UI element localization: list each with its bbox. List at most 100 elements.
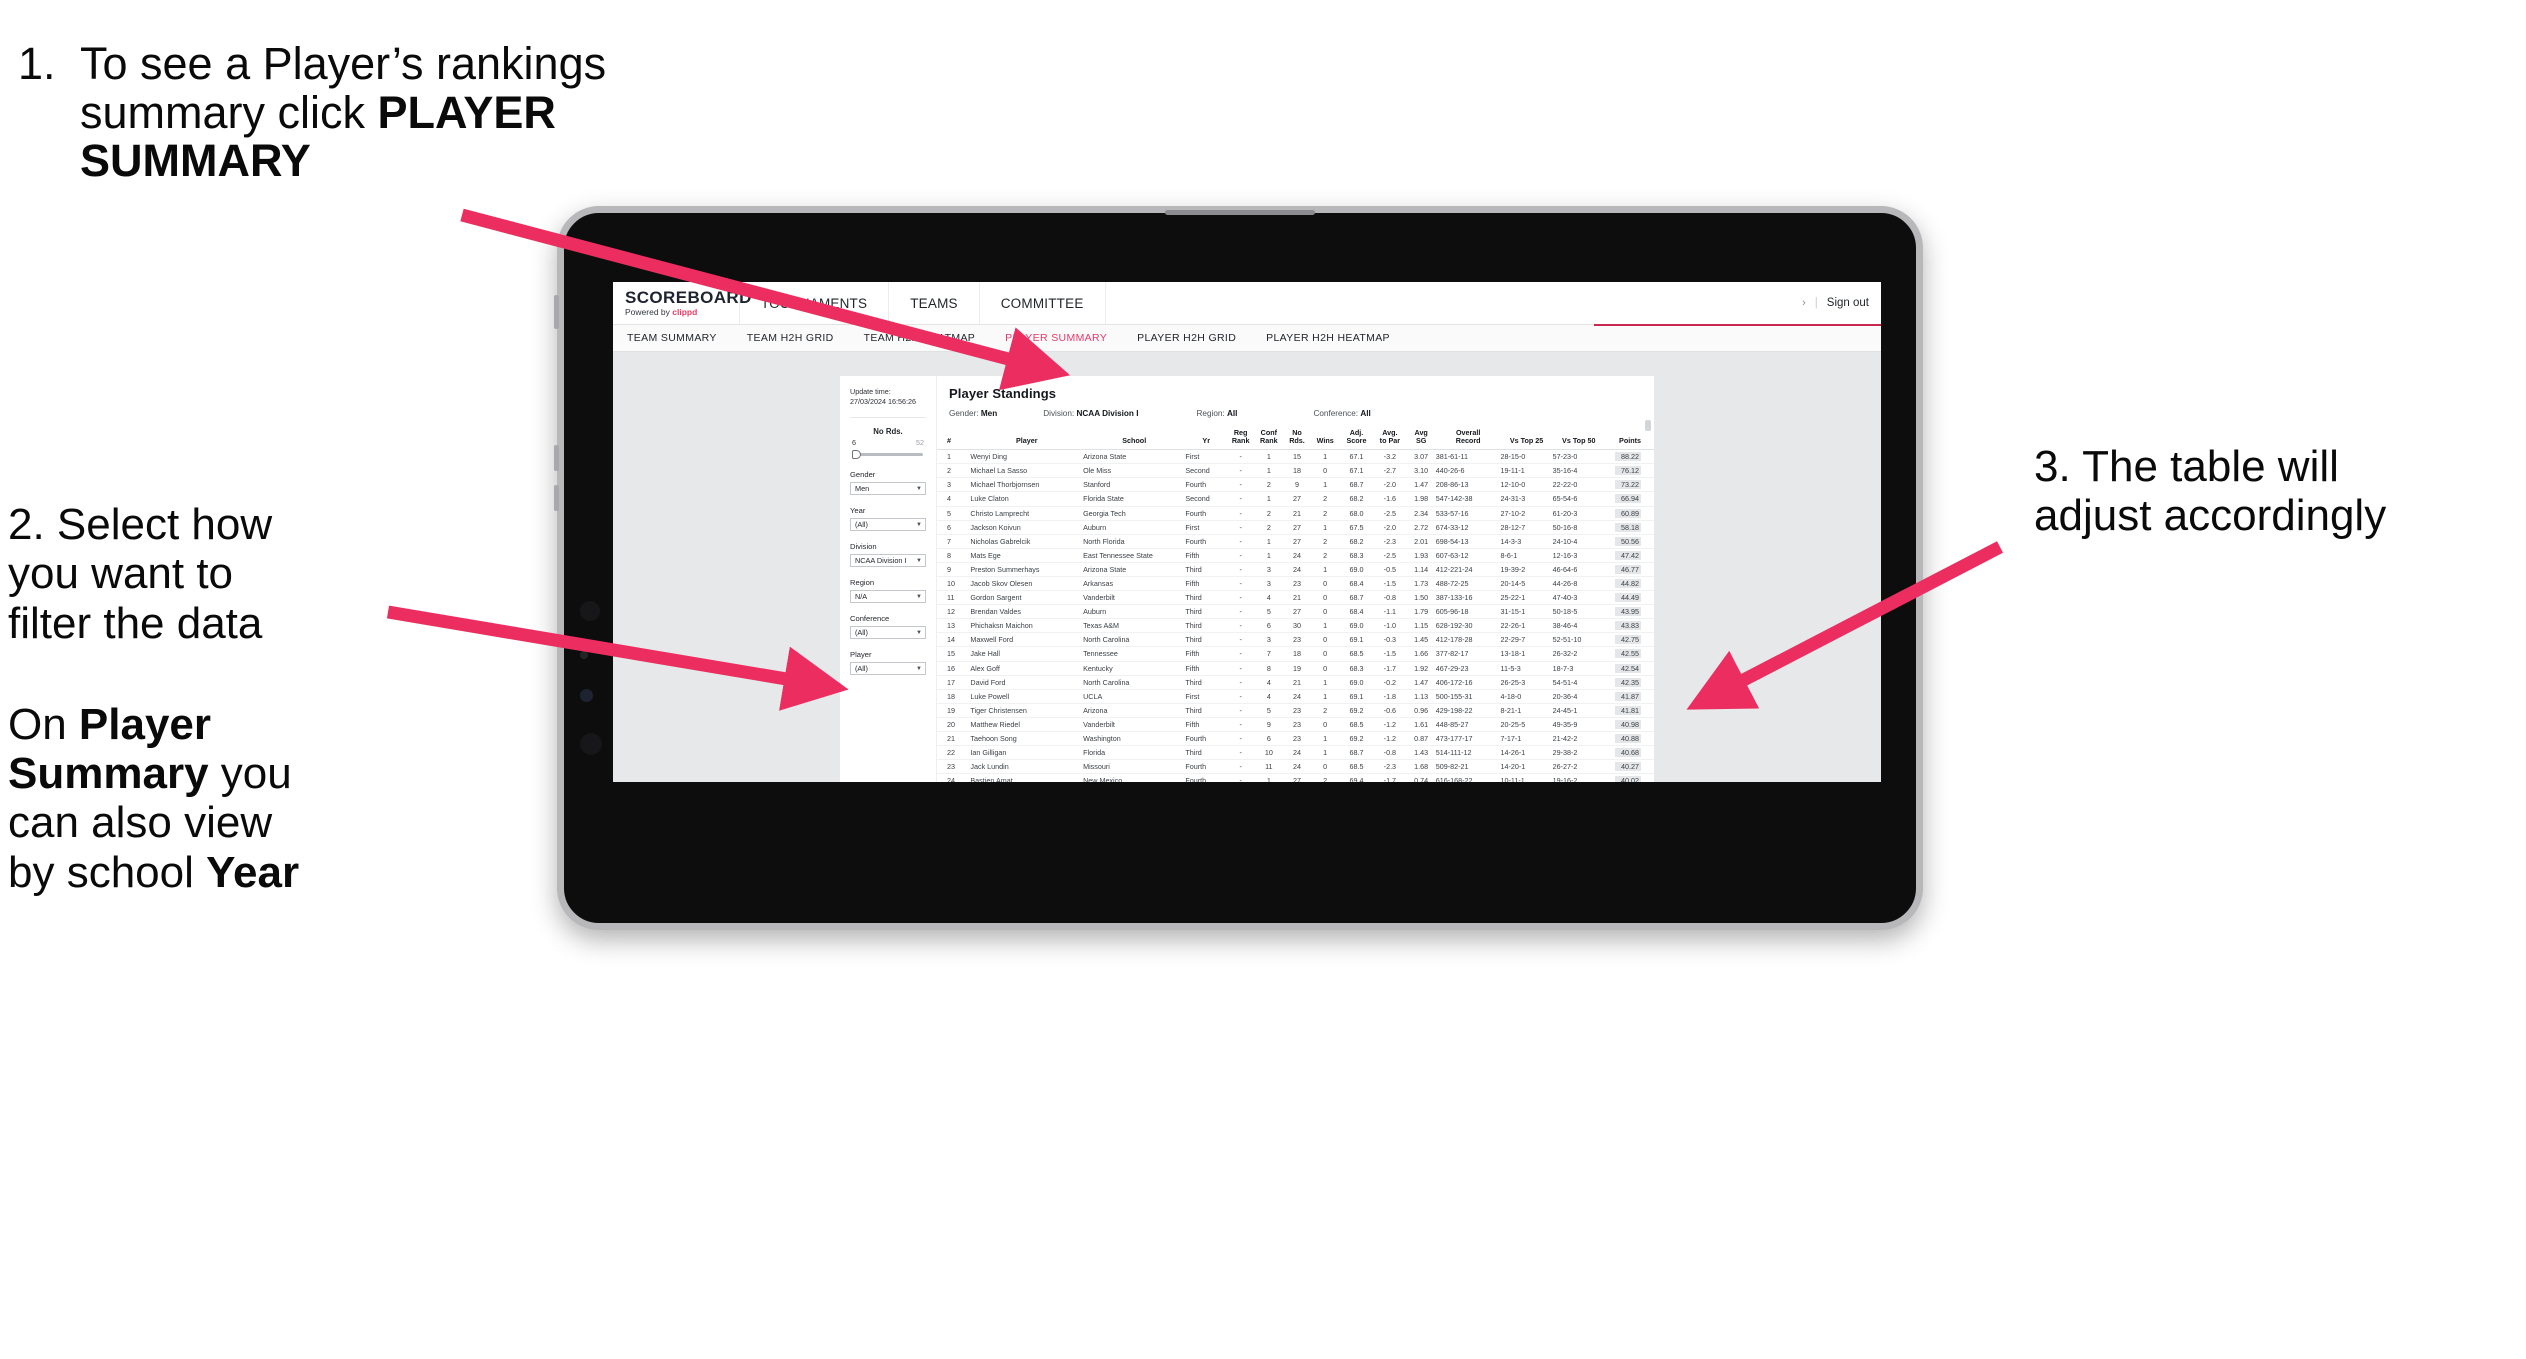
table-row[interactable]: 18 Luke Powell UCLA First -4 24 1 69.1 -1.8 1.13 5… bbox=[937, 689, 1654, 704]
nav-item-tournaments[interactable]: TOURNAMENTS bbox=[740, 282, 890, 324]
table-row[interactable]: 11 Gordon Sargent Vanderbilt Third -4 21 0 68.7… bbox=[937, 590, 1654, 606]
col-yr[interactable]: Yr bbox=[1185, 427, 1228, 451]
brand-sub-link[interactable]: clippd bbox=[672, 307, 697, 317]
table-row[interactable]: 10 Jacob Skov Olesen Arkansas Fifth -3 23 0 68.… bbox=[937, 576, 1654, 592]
col-no-rds[interactable]: No Rds. bbox=[1283, 427, 1311, 451]
table-row[interactable]: 22 Ian Gilligan Florida Third -10 24 1 68.7 -0.8… bbox=[937, 745, 1654, 761]
nav-item-teams[interactable]: TEAMS bbox=[889, 282, 980, 324]
table-row[interactable]: 12 Brendan Valdes Auburn Third -5 27 0 68.4 -1.1… bbox=[937, 604, 1654, 620]
filter-region: Region N/A ▼ bbox=[850, 578, 926, 604]
cell-num: 16 bbox=[937, 661, 971, 676]
cell-school: Washington bbox=[1083, 731, 1186, 747]
tablet-sensor-dot bbox=[580, 651, 588, 659]
table-row[interactable]: 14 Maxwell Ford North Carolina Third -3 23 0 69… bbox=[937, 632, 1654, 648]
no-rds-slider[interactable] bbox=[850, 450, 926, 460]
year-select[interactable]: (All) ▼ bbox=[850, 518, 926, 532]
tab-team-summary[interactable]: TEAM SUMMARY bbox=[627, 332, 738, 344]
table-row[interactable]: 5 Christo Lamprecht Georgia Tech Fourth -2 21… bbox=[937, 506, 1654, 521]
points-value: 40.98 bbox=[1615, 719, 1641, 729]
table-row[interactable]: 15 Jake Hall Tennessee Fifth -7 18 0 68.5 -1.5 1.… bbox=[937, 646, 1654, 662]
points-value: 50.56 bbox=[1615, 536, 1641, 546]
table-row[interactable]: 1 Wenyi Ding Arizona State First -1 15 1 67.1 -3… bbox=[937, 449, 1654, 465]
table-row[interactable]: 16 Alex Goff Kentucky Fifth -8 19 0 68.3 -1.7 1.9… bbox=[937, 661, 1654, 676]
table-row[interactable]: 20 Matthew Riedel Vanderbilt Fifth -9 23 0 68.5… bbox=[937, 717, 1654, 733]
table-row[interactable]: 7 Nicholas Gabrelcik North Florida Fourth -1… bbox=[937, 534, 1654, 549]
table-row[interactable]: 2 Michael La Sasso Ole Miss Second -1 18 0 67.1… bbox=[937, 463, 1654, 479]
tab-player-summary[interactable]: PLAYER SUMMARY bbox=[1005, 332, 1128, 344]
cell-player: Taehoon Song bbox=[970, 731, 1084, 747]
col-reg-rank[interactable]: Reg Rank bbox=[1227, 427, 1255, 451]
table-row[interactable]: 21 Taehoon Song Washington Fourth -6 23 1 69.2-… bbox=[937, 731, 1654, 747]
sign-out-link[interactable]: Sign out bbox=[1827, 297, 1869, 309]
cell-rec: 387-133-16 bbox=[1435, 590, 1501, 606]
division-select[interactable]: NCAA Division I ▼ bbox=[850, 554, 926, 568]
tab-team-h2h-heatmap[interactable]: TEAM H2H HEATMAP bbox=[864, 332, 997, 344]
table-row[interactable]: 13 Phichaksn Maichon Texas A&M Third -6 30 1 69… bbox=[937, 618, 1654, 634]
cell-reg: - bbox=[1227, 759, 1255, 775]
cell-school: Texas A&M bbox=[1083, 618, 1186, 634]
cell-yr: Fifth bbox=[1185, 576, 1228, 592]
cell-reg: - bbox=[1227, 449, 1255, 465]
cell-reg: - bbox=[1227, 689, 1255, 704]
vertical-scrollbar[interactable] bbox=[1645, 420, 1651, 431]
cell-rds: 24 bbox=[1283, 745, 1311, 761]
cell-conf: 7 bbox=[1254, 646, 1284, 662]
primary-nav: TOURNAMENTS TEAMS COMMITTEE bbox=[740, 282, 1106, 324]
brand-logo[interactable]: SCOREBOARD Powered by clippd bbox=[613, 282, 751, 324]
cell-pts: 40.68 bbox=[1604, 745, 1654, 761]
table-row[interactable]: 19 Tiger Christensen Arizona Third -5 23 2 69.2… bbox=[937, 703, 1654, 718]
col-overall-record[interactable]: Overall Record bbox=[1435, 427, 1501, 451]
cell-wins: 1 bbox=[1310, 618, 1340, 634]
cell-par: -2.3 bbox=[1373, 759, 1407, 775]
col-conf-rank[interactable]: Conf Rank bbox=[1254, 427, 1284, 451]
slider-track[interactable] bbox=[856, 453, 923, 457]
col-player[interactable]: Player bbox=[970, 427, 1084, 451]
update-time-label: Update time: bbox=[850, 387, 891, 396]
col-vs-top-25[interactable]: Vs Top 25 bbox=[1500, 427, 1553, 451]
col-wins[interactable]: Wins bbox=[1310, 427, 1340, 451]
table-row[interactable]: 8 Mats Ege East Tennessee State Fifth -1 24 2 6… bbox=[937, 548, 1654, 563]
conference-select[interactable]: (All) ▼ bbox=[850, 626, 926, 640]
cell-wins: 2 bbox=[1310, 506, 1340, 521]
points-value: 40.68 bbox=[1615, 748, 1641, 758]
cell-par: -1.0 bbox=[1373, 618, 1407, 634]
cell-adj: 68.0 bbox=[1339, 506, 1374, 521]
cell-rds: 27 bbox=[1283, 520, 1311, 535]
cell-school: Vanderbilt bbox=[1083, 717, 1186, 733]
col-avg-sg[interactable]: Avg SG bbox=[1406, 427, 1436, 451]
cell-conf: 6 bbox=[1254, 731, 1284, 747]
table-row[interactable]: 9 Preston Summerhays Arizona State Third -3 2… bbox=[937, 562, 1654, 577]
tab-team-h2h-grid[interactable]: TEAM H2H GRID bbox=[747, 332, 855, 344]
slider-handle[interactable] bbox=[852, 450, 861, 460]
cell-sg: 2.72 bbox=[1406, 520, 1436, 535]
cell-sg: 1.93 bbox=[1406, 548, 1436, 563]
nav-item-committee[interactable]: COMMITTEE bbox=[980, 282, 1106, 324]
col-vs-top-50[interactable]: Vs Top 50 bbox=[1552, 427, 1605, 451]
table-row[interactable]: 17 David Ford North Carolina Third -4 21 1 69.0… bbox=[937, 675, 1654, 690]
annotation-2-p2e: can also view bbox=[8, 798, 273, 848]
cell-t25: 13-18-1 bbox=[1500, 646, 1553, 662]
region-select[interactable]: N/A ▼ bbox=[850, 590, 926, 604]
table-row[interactable]: 4 Luke Claton Florida State Second -1 27 2 68.2… bbox=[937, 491, 1654, 507]
gender-select[interactable]: Men ▼ bbox=[850, 482, 926, 496]
table-row[interactable]: 24 Bastien Amat New Mexico Fourth -1 27 2 69.4-… bbox=[937, 773, 1654, 782]
table-row[interactable]: 3 Michael Thorbjornsen Stanford Fourth -2 9 1 6… bbox=[937, 477, 1654, 493]
cell-pts: 50.56 bbox=[1604, 534, 1654, 549]
col-avg-to-par[interactable]: Avg. to Par bbox=[1373, 427, 1407, 451]
cell-yr: First bbox=[1185, 689, 1228, 704]
col-adj-score[interactable]: Adj. Score bbox=[1339, 427, 1374, 451]
cell-pts: 40.88 bbox=[1604, 731, 1654, 747]
tab-player-h2h-grid[interactable]: PLAYER H2H GRID bbox=[1137, 332, 1257, 344]
table-row[interactable]: 6 Jackson Koivun Auburn First -2 27 1 67.5 -2.0 2… bbox=[937, 520, 1654, 535]
cell-sg: 1.14 bbox=[1406, 562, 1436, 577]
col-school[interactable]: School bbox=[1083, 427, 1186, 451]
tab-player-h2h-heatmap[interactable]: PLAYER H2H HEATMAP bbox=[1266, 332, 1411, 344]
col-rank[interactable]: # bbox=[937, 427, 971, 451]
table-row[interactable]: 23 Jack Lundin Missouri Fourth -11 24 0 68.5 -2.… bbox=[937, 759, 1654, 775]
table-header-row: # Player School Yr Reg Rank Conf Rank No Rd… bbox=[937, 427, 1654, 451]
cell-par: -1.6 bbox=[1373, 491, 1407, 507]
player-select[interactable]: (All) ▼ bbox=[850, 662, 926, 676]
update-time-block: Update time: 27/03/2024 16:56:26 bbox=[850, 387, 926, 406]
cell-t50: 38-46-4 bbox=[1552, 618, 1605, 634]
cell-sg: 0.74 bbox=[1406, 773, 1436, 782]
